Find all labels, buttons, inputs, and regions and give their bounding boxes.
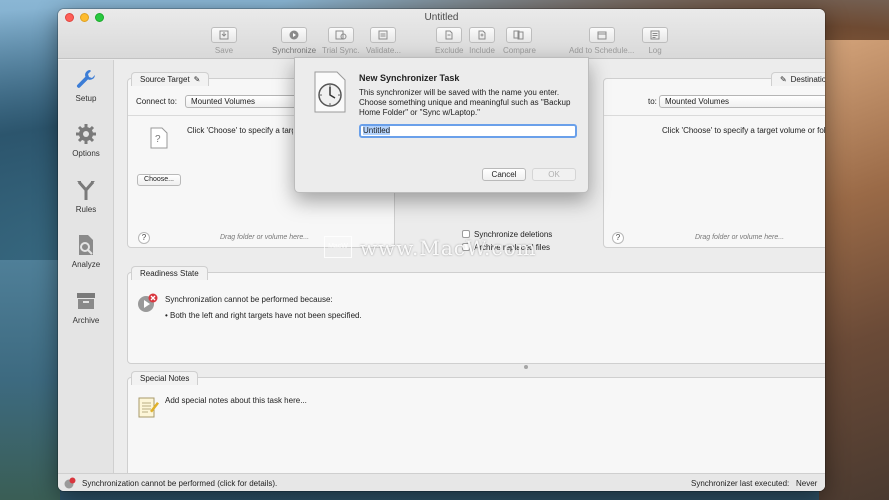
- title-bar: Untitled Save Synchronize Trial Sync. Va…: [58, 9, 825, 59]
- splitter-handle[interactable]: [524, 365, 528, 369]
- destination-help-button[interactable]: ?: [612, 232, 624, 244]
- pencil-icon[interactable]: ✎: [780, 73, 787, 86]
- readiness-heading: Synchronization cannot be performed beca…: [165, 295, 333, 304]
- toolbar-synchronize-button[interactable]: Synchronize: [272, 27, 316, 55]
- toolbar-trial-sync-button[interactable]: Trial Sync.: [322, 27, 360, 55]
- toolbar-include-button[interactable]: Include: [469, 27, 495, 55]
- task-name-input[interactable]: Untitled: [359, 124, 577, 138]
- sidebar-item-setup[interactable]: Setup: [58, 66, 114, 103]
- dialog-title: New Synchronizer Task: [359, 73, 460, 83]
- source-drag-hint: Drag folder or volume here...: [220, 234, 310, 241]
- special-notes-input[interactable]: Add special notes about this task here..…: [165, 396, 307, 405]
- log-icon: [642, 27, 668, 43]
- last-executed-label: Synchronizer last executed:: [691, 479, 790, 488]
- cancel-button[interactable]: Cancel: [482, 168, 526, 181]
- error-icon: [137, 293, 159, 315]
- include-icon: [469, 27, 495, 43]
- window-title: Untitled: [424, 12, 459, 23]
- source-help-button[interactable]: ?: [138, 232, 150, 244]
- toolbar-save-button[interactable]: Save: [211, 27, 237, 55]
- status-bar: Synchronization cannot be performed (cli…: [58, 473, 825, 491]
- unknown-document-icon: ?: [150, 127, 168, 151]
- destination-divider: [604, 115, 825, 116]
- compare-icon: [506, 27, 533, 43]
- source-target-tab[interactable]: Source Target ✎: [131, 72, 210, 86]
- status-message[interactable]: Synchronization cannot be performed (cli…: [82, 479, 277, 488]
- status-error-icon[interactable]: [64, 477, 76, 491]
- new-synchronizer-dialog: New Synchronizer Task This synchronizer …: [294, 57, 589, 193]
- sidebar-item-rules[interactable]: Rules: [58, 177, 114, 214]
- sidebar: Setup Options Rules Analyze Archive: [58, 60, 114, 473]
- destination-instruction: Click 'Choose' to specify a target volum…: [662, 126, 825, 135]
- toolbar-log-button[interactable]: Log: [642, 27, 668, 55]
- dialog-message: This synchronizer will be saved with the…: [359, 88, 571, 117]
- pencil-icon[interactable]: ✎: [194, 73, 201, 86]
- sidebar-item-analyze[interactable]: Analyze: [58, 232, 114, 269]
- archive-icon: [73, 288, 99, 314]
- rules-icon: [73, 177, 99, 203]
- source-connect-label: Connect to:: [136, 97, 177, 106]
- toolbar-validate-button[interactable]: Validate...: [366, 27, 401, 55]
- desktop-cliff: [819, 40, 889, 500]
- toolbar-exclude-button[interactable]: Exclude: [435, 27, 463, 55]
- destination-target-panel: ✎ Destination Target to: Mounted Volumes…: [603, 72, 825, 248]
- source-choose-button[interactable]: Choose...: [137, 174, 181, 186]
- toolbar-compare-button[interactable]: Compare: [503, 27, 536, 55]
- destination-target-tab[interactable]: ✎ Destination Target: [770, 72, 825, 86]
- readiness-state-panel: Readiness State Synchronization cannot b…: [127, 266, 825, 364]
- exclude-icon: [436, 27, 463, 43]
- destination-connect-select[interactable]: Mounted Volumes ⇕: [659, 95, 825, 108]
- analyze-icon: [73, 232, 99, 258]
- trial-sync-icon: [327, 27, 354, 43]
- svg-text:?: ?: [155, 134, 161, 145]
- sidebar-item-archive[interactable]: Archive: [58, 288, 114, 325]
- task-name-value: Untitled: [363, 126, 391, 135]
- wrench-icon: [73, 66, 99, 92]
- destination-connect-label: to:: [648, 97, 657, 106]
- watermark-text: www.MacW.com: [360, 236, 537, 260]
- desktop-coast: [0, 260, 60, 500]
- play-icon: [281, 27, 308, 43]
- save-icon: [211, 27, 237, 43]
- special-notes-tab[interactable]: Special Notes: [131, 371, 199, 385]
- toolbar-add-to-schedule-button[interactable]: Add to Schedule...: [569, 27, 634, 55]
- last-executed-value: Never: [796, 479, 818, 488]
- sidebar-item-options[interactable]: Options: [58, 121, 114, 158]
- ok-button[interactable]: OK: [532, 168, 576, 181]
- clock-document-icon: [313, 71, 347, 115]
- watermark-logo: MacW: [324, 236, 352, 258]
- checklist-icon: [370, 27, 397, 43]
- destination-drag-hint: Drag folder or volume here...: [695, 234, 785, 241]
- readiness-reason: • Both the left and right targets have n…: [165, 311, 362, 320]
- source-instruction: Click 'Choose' to specify a target volum…: [187, 126, 293, 135]
- gear-icon: [73, 121, 99, 147]
- readiness-state-tab[interactable]: Readiness State: [131, 266, 208, 280]
- notepad-icon: [137, 395, 159, 421]
- schedule-icon: [588, 27, 615, 43]
